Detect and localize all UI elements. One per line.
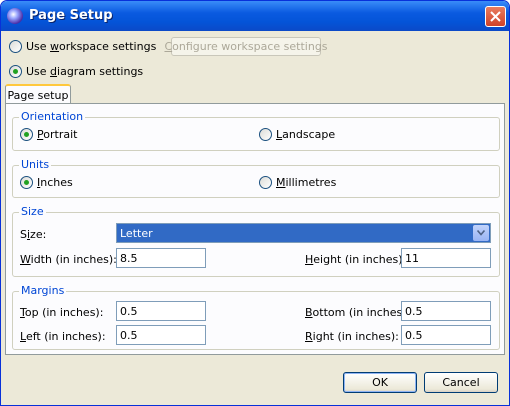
close-icon: [490, 11, 501, 22]
landscape-label: Landscape: [276, 128, 336, 141]
size-select[interactable]: Letter: [116, 223, 491, 243]
top-margin-input[interactable]: 0.5: [116, 301, 206, 321]
margins-group: Margins Top (in inches): 0.5 Bottom (in …: [12, 284, 500, 350]
millimetres-label: Millimetres: [276, 176, 337, 189]
units-group: Units Inches Millimetres: [12, 158, 500, 198]
portrait-radio[interactable]: Portrait: [20, 128, 77, 141]
width-label: Width (in inches):: [20, 253, 117, 266]
use-diagram-settings-radio[interactable]: Use diagram settings: [9, 65, 143, 78]
configure-workspace-settings-button[interactable]: Configure workspace settings: [164, 37, 328, 56]
height-input[interactable]: 11: [401, 248, 491, 268]
page-setup-tab-panel: Orientation Portrait Landscape Units Inc…: [5, 103, 505, 355]
size-legend: Size: [19, 205, 46, 218]
radio-indicator: [259, 176, 272, 189]
right-margin-input[interactable]: 0.5: [401, 325, 491, 345]
radio-indicator: [9, 65, 22, 78]
ok-button[interactable]: OK: [343, 372, 417, 393]
orientation-legend: Orientation: [19, 110, 86, 123]
inches-label: Inches: [37, 176, 73, 189]
left-margin-label: Left (in inches):: [20, 330, 106, 343]
tab-page-setup[interactable]: Page setup: [5, 84, 71, 104]
portrait-label: Portrait: [37, 128, 78, 141]
size-select-value: Letter: [120, 226, 153, 240]
right-margin-label: Right (in inches):: [305, 330, 399, 343]
size-group: Size Size: Letter Width (in inches): 8.5…: [12, 205, 500, 277]
left-margin-input[interactable]: 0.5: [116, 325, 206, 345]
size-label: Size:: [20, 228, 47, 241]
bottom-margin-label: Bottom (in inches):: [305, 306, 411, 319]
inches-radio[interactable]: Inches: [20, 176, 73, 189]
margins-legend: Margins: [19, 284, 67, 297]
units-legend: Units: [19, 158, 52, 171]
window-title: Page Setup: [29, 8, 113, 23]
title-bar[interactable]: Page Setup: [1, 1, 509, 31]
top-margin-label: Top (in inches):: [20, 306, 104, 319]
page-setup-dialog: Page Setup Use workspace settings Config…: [0, 0, 510, 406]
use-diagram-settings-label: Use diagram settings: [26, 65, 144, 78]
dialog-content: Use workspace settings Configure workspa…: [1, 31, 509, 405]
chevron-down-icon: [477, 230, 485, 236]
radio-indicator: [9, 40, 22, 53]
height-label: Height (in inches):: [305, 253, 407, 266]
bottom-margin-input[interactable]: 0.5: [401, 301, 491, 321]
radio-indicator: [259, 128, 272, 141]
radio-indicator: [20, 128, 33, 141]
cancel-button[interactable]: Cancel: [424, 372, 498, 393]
orientation-group: Orientation Portrait Landscape: [12, 110, 500, 151]
radio-indicator: [20, 176, 33, 189]
landscape-radio[interactable]: Landscape: [259, 128, 335, 141]
millimetres-radio[interactable]: Millimetres: [259, 176, 336, 189]
use-workspace-settings-radio[interactable]: Use workspace settings: [9, 40, 156, 53]
dropdown-button[interactable]: [473, 225, 489, 241]
width-input[interactable]: 8.5: [116, 248, 206, 268]
app-icon: [7, 8, 23, 24]
close-button[interactable]: [485, 6, 506, 27]
use-workspace-settings-label: Use workspace settings: [26, 40, 157, 53]
